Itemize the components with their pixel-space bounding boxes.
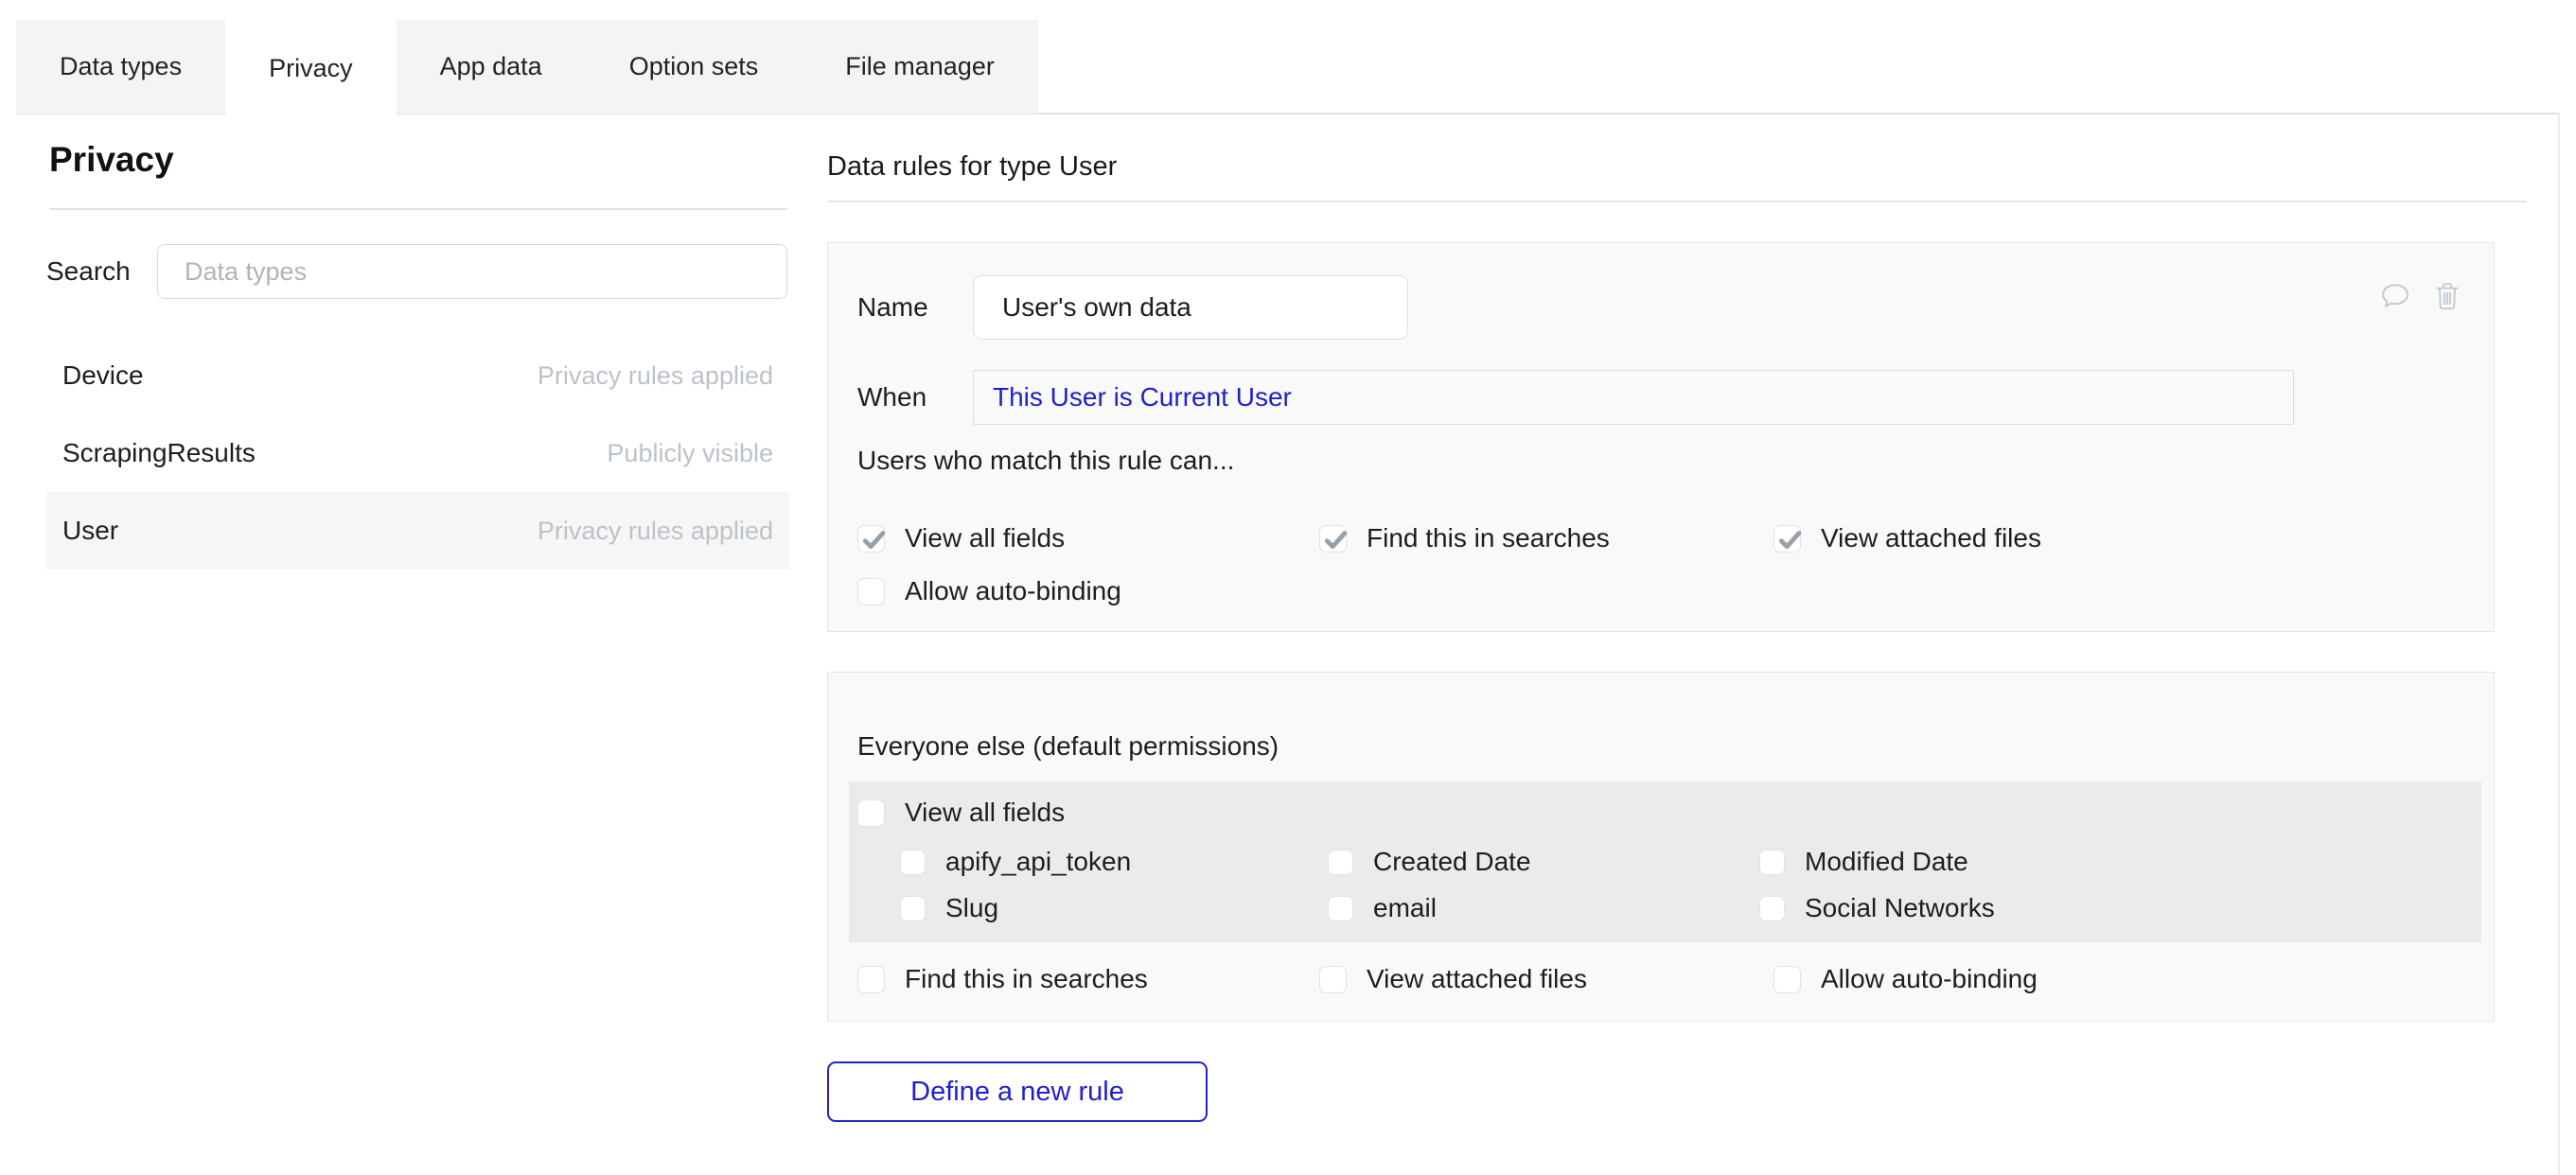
data-type-row-scrapingresults[interactable]: ScrapingResults Publicly visible xyxy=(46,414,789,492)
field-label: apify_api_token xyxy=(945,847,1131,877)
data-type-status: Publicly visible xyxy=(607,439,773,468)
checkbox-icon[interactable] xyxy=(1773,966,1801,993)
rule-name-row: Name xyxy=(857,275,928,340)
checkbox-icon[interactable] xyxy=(1759,850,1785,875)
tab-data-types[interactable]: Data types xyxy=(16,20,225,114)
checkbox-icon[interactable] xyxy=(900,896,926,921)
perm-view-all-fields[interactable]: View all fields xyxy=(857,523,1065,553)
name-label: Name xyxy=(857,292,928,323)
check-icon xyxy=(1773,523,1808,557)
checkbox-icon[interactable] xyxy=(1328,850,1353,875)
default-card-title: Everyone else (default permissions) xyxy=(857,731,1279,762)
default-permissions-card: Everyone else (default permissions) View… xyxy=(827,672,2495,1022)
check-icon xyxy=(1319,523,1353,557)
tab-label: Data types xyxy=(60,52,182,81)
data-type-row-device[interactable]: Device Privacy rules applied xyxy=(46,337,789,414)
comment-icon[interactable] xyxy=(2378,279,2412,313)
checkbox-icon[interactable] xyxy=(900,850,926,875)
field-label: Slug xyxy=(945,893,998,923)
perm-label: Allow auto-binding xyxy=(905,576,1121,606)
define-new-rule-button[interactable]: Define a new rule xyxy=(827,1061,1208,1122)
rule-when-row: When This User is Current User xyxy=(857,370,926,425)
field-slug[interactable]: Slug xyxy=(900,893,998,923)
tab-label: File manager xyxy=(845,52,995,81)
field-label: Modified Date xyxy=(1805,847,1968,877)
field-label: Created Date xyxy=(1373,847,1531,877)
checkbox-icon[interactable] xyxy=(857,525,885,552)
perm-allow-auto-binding[interactable]: Allow auto-binding xyxy=(857,576,1121,606)
data-type-row-user[interactable]: User Privacy rules applied xyxy=(46,492,789,570)
field-created-date[interactable]: Created Date xyxy=(1328,847,1531,877)
tab-label: Option sets xyxy=(629,52,759,81)
when-label: When xyxy=(857,382,926,412)
tab-privacy[interactable]: Privacy xyxy=(225,20,397,116)
data-type-name: Device xyxy=(62,360,144,391)
default-allow-auto-binding[interactable]: Allow auto-binding xyxy=(1773,964,2038,994)
tab-file-manager[interactable]: File manager xyxy=(802,20,1038,114)
field-email[interactable]: email xyxy=(1328,893,1437,923)
perm-label: Find this in searches xyxy=(905,964,1148,994)
search-row: Search xyxy=(46,244,787,299)
perm-label: View all fields xyxy=(905,523,1065,553)
rule-card: Name When This User is Current User User… xyxy=(827,242,2495,632)
perm-label: Allow auto-binding xyxy=(1821,964,2038,994)
perm-label: Find this in searches xyxy=(1367,523,1610,553)
check-icon xyxy=(857,523,891,557)
perm-label: View attached files xyxy=(1367,964,1587,994)
perm-view-attached-files[interactable]: View attached files xyxy=(1773,523,2041,553)
tab-app-data[interactable]: App data xyxy=(397,20,586,114)
checkbox-icon[interactable] xyxy=(857,966,885,993)
rule-subtitle: Users who match this rule can... xyxy=(857,446,1234,476)
checkbox-icon[interactable] xyxy=(1319,525,1347,552)
data-type-status: Privacy rules applied xyxy=(538,517,773,546)
data-type-status: Privacy rules applied xyxy=(538,361,773,391)
data-type-list: Device Privacy rules applied ScrapingRes… xyxy=(46,337,789,570)
checkbox-icon[interactable] xyxy=(857,799,885,827)
define-new-rule-label: Define a new rule xyxy=(910,1077,1124,1108)
rule-card-actions xyxy=(2378,279,2463,313)
data-type-name: User xyxy=(62,516,118,546)
when-condition-text: This User is Current User xyxy=(993,382,1292,412)
tab-option-sets[interactable]: Option sets xyxy=(586,20,803,114)
checkbox-icon[interactable] xyxy=(1328,896,1353,921)
checkbox-icon[interactable] xyxy=(1773,525,1801,552)
trash-icon[interactable] xyxy=(2431,279,2463,313)
privacy-page-title: Privacy xyxy=(49,140,174,180)
perm-find-in-searches[interactable]: Find this in searches xyxy=(1319,523,1610,553)
field-label: Social Networks xyxy=(1805,893,1995,923)
tab-bar: Data types Privacy App data Option sets … xyxy=(16,20,1038,116)
checkbox-icon[interactable] xyxy=(1759,896,1785,921)
field-social-networks[interactable]: Social Networks xyxy=(1759,893,1995,923)
rule-name-input[interactable] xyxy=(973,275,1408,340)
main-divider xyxy=(827,201,2527,202)
data-rules-header: Data rules for type User xyxy=(827,151,1117,183)
left-divider xyxy=(49,208,787,210)
tab-label: App data xyxy=(440,52,542,81)
tab-label: Privacy xyxy=(269,54,353,83)
field-label: email xyxy=(1373,893,1437,923)
default-find-in-searches[interactable]: Find this in searches xyxy=(857,964,1148,994)
default-view-all-fields[interactable]: View all fields xyxy=(857,798,1065,828)
checkbox-icon[interactable] xyxy=(857,578,885,605)
default-view-attached-files[interactable]: View attached files xyxy=(1319,964,1587,994)
content-right-border xyxy=(2558,113,2560,1175)
search-input[interactable] xyxy=(157,244,787,299)
search-label: Search xyxy=(46,256,131,287)
field-apify-api-token[interactable]: apify_api_token xyxy=(900,847,1131,877)
perm-label: View all fields xyxy=(905,798,1065,828)
perm-label: View attached files xyxy=(1821,523,2041,553)
field-modified-date[interactable]: Modified Date xyxy=(1759,847,1968,877)
checkbox-icon[interactable] xyxy=(1319,966,1347,993)
when-condition-box[interactable]: This User is Current User xyxy=(973,370,2294,425)
data-type-name: ScrapingResults xyxy=(62,438,256,468)
